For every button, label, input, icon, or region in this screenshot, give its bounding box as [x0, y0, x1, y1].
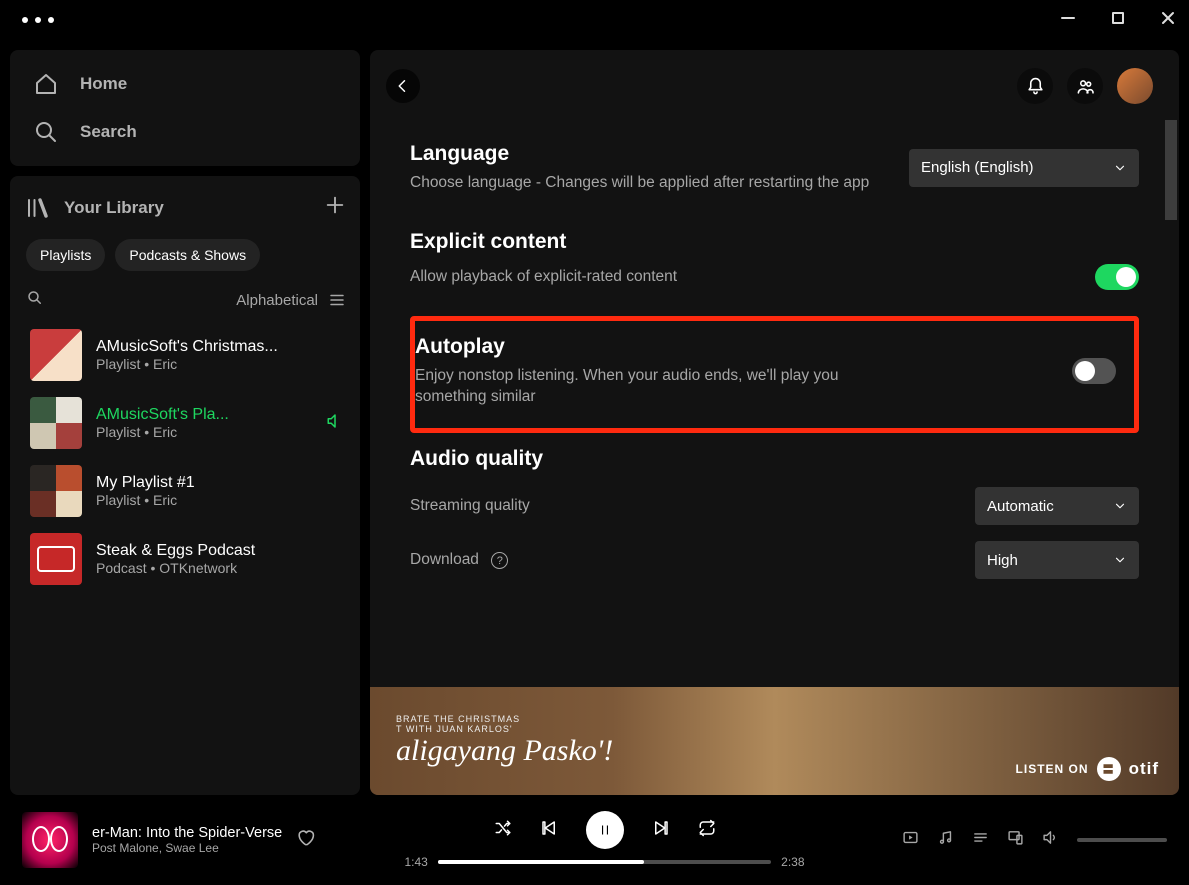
total-time: 2:38 — [781, 855, 804, 869]
seek-bar[interactable] — [438, 860, 771, 864]
library-sort[interactable]: Alphabetical — [236, 291, 346, 309]
notifications-icon[interactable] — [1017, 68, 1053, 104]
streaming-quality-select[interactable]: Automatic — [975, 487, 1139, 525]
list-item[interactable]: AMusicSoft's Christmas... Playlist • Eri… — [26, 321, 348, 389]
shuffle-button[interactable] — [494, 819, 512, 842]
language-value: English (English) — [921, 159, 1034, 176]
playlist-thumb — [30, 397, 82, 449]
like-button[interactable] — [296, 828, 315, 852]
library-icon — [26, 196, 50, 220]
library-search-icon[interactable] — [26, 289, 44, 311]
mute-icon[interactable] — [1042, 829, 1059, 851]
queue-icon[interactable] — [972, 829, 989, 851]
promo-banner[interactable]: BRATE THE CHRISTMAS T WITH JUAN KARLOS' … — [370, 687, 1179, 795]
playlist-thumb — [30, 465, 82, 517]
explicit-desc: Allow playback of explicit-rated content — [410, 268, 677, 286]
previous-button[interactable] — [540, 819, 558, 842]
window-close[interactable] — [1161, 11, 1175, 30]
banner-headline: aligayang Pasko'! — [396, 734, 613, 768]
streaming-quality-value: Automatic — [987, 498, 1054, 515]
download-quality-select[interactable]: High — [975, 541, 1139, 579]
playlist-thumb — [30, 329, 82, 381]
language-desc: Choose language - Changes will be applie… — [410, 172, 869, 194]
library-add[interactable] — [324, 194, 346, 221]
back-button[interactable] — [386, 69, 420, 103]
autoplay-title: Autoplay — [415, 335, 885, 359]
spotify-icon: 〓 — [1097, 757, 1121, 781]
playlist-sub: Playlist • Eric — [96, 424, 312, 440]
menu-dots[interactable] — [22, 17, 54, 23]
chevron-down-icon — [1113, 161, 1127, 175]
library-sort-label: Alphabetical — [236, 292, 318, 309]
explicit-toggle[interactable] — [1095, 264, 1139, 290]
audio-quality-title: Audio quality — [410, 447, 1139, 471]
elapsed-time: 1:43 — [405, 855, 428, 869]
list-item[interactable]: Steak & Eggs Podcast Podcast • OTKnetwor… — [26, 525, 348, 593]
download-quality-value: High — [987, 552, 1018, 569]
list-item[interactable]: My Playlist #1 Playlist • Eric — [26, 457, 348, 525]
window-maximize[interactable] — [1111, 11, 1125, 30]
now-playing-title[interactable]: er-Man: Into the Spider-Verse — [92, 825, 282, 841]
main-panel: Language Choose language - Changes will … — [370, 50, 1179, 795]
titlebar — [0, 0, 1189, 40]
user-avatar[interactable] — [1117, 68, 1153, 104]
playlist-name: AMusicSoft's Christmas... — [96, 338, 344, 356]
window-minimize[interactable] — [1061, 11, 1075, 30]
autoplay-desc: Enjoy nonstop listening. When your audio… — [415, 365, 885, 408]
nav-home[interactable]: Home — [30, 60, 340, 108]
library-header[interactable]: Your Library — [26, 196, 164, 220]
banner-line2: T WITH JUAN KARLOS' — [396, 724, 613, 734]
playlist-name: My Playlist #1 — [96, 474, 344, 492]
list-icon — [328, 291, 346, 309]
library-title: Your Library — [64, 198, 164, 218]
nav-home-label: Home — [80, 74, 127, 94]
lyrics-icon[interactable] — [937, 829, 954, 851]
repeat-button[interactable] — [698, 819, 716, 842]
podcast-sub: Podcast • OTKnetwork — [96, 560, 344, 576]
next-button[interactable] — [652, 819, 670, 842]
list-item[interactable]: AMusicSoft's Pla... Playlist • Eric — [26, 389, 348, 457]
podcast-name: Steak & Eggs Podcast — [96, 542, 344, 560]
explicit-title: Explicit content — [410, 230, 1139, 254]
sidebar: Home Search Your Library Playlists — [10, 50, 360, 795]
nav-search-label: Search — [80, 122, 137, 142]
player-bar: er-Man: Into the Spider-Verse Post Malon… — [0, 795, 1189, 885]
language-select[interactable]: English (English) — [909, 149, 1139, 187]
banner-brand: otif — [1129, 759, 1159, 779]
nav-search[interactable]: Search — [30, 108, 340, 156]
now-playing-artist[interactable]: Post Malone, Swae Lee — [92, 841, 282, 855]
banner-line1: BRATE THE CHRISTMAS — [396, 714, 613, 724]
autoplay-toggle[interactable] — [1072, 358, 1116, 384]
playlist-name: AMusicSoft's Pla... — [96, 406, 312, 424]
now-playing-view-icon[interactable] — [902, 829, 919, 851]
play-pause-button[interactable] — [586, 811, 624, 849]
banner-listen-label: LISTEN ON — [1016, 762, 1089, 776]
volume-bar[interactable] — [1077, 838, 1167, 842]
podcast-thumb — [30, 533, 82, 585]
now-playing-art[interactable] — [22, 812, 78, 868]
chip-playlists[interactable]: Playlists — [26, 239, 105, 271]
help-icon[interactable]: ? — [491, 552, 508, 569]
autoplay-section: Autoplay Enjoy nonstop listening. When y… — [410, 316, 1139, 433]
streaming-quality-label: Streaming quality — [410, 497, 530, 515]
friends-icon[interactable] — [1067, 68, 1103, 104]
playlist-sub: Playlist • Eric — [96, 492, 344, 508]
now-playing-icon — [326, 412, 344, 435]
chevron-down-icon — [1113, 499, 1127, 513]
chip-podcasts-shows[interactable]: Podcasts & Shows — [115, 239, 260, 271]
chevron-down-icon — [1113, 553, 1127, 567]
playlist-sub: Playlist • Eric — [96, 356, 344, 372]
devices-icon[interactable] — [1007, 829, 1024, 851]
language-title: Language — [410, 142, 869, 166]
download-quality-label: Download — [410, 551, 479, 568]
